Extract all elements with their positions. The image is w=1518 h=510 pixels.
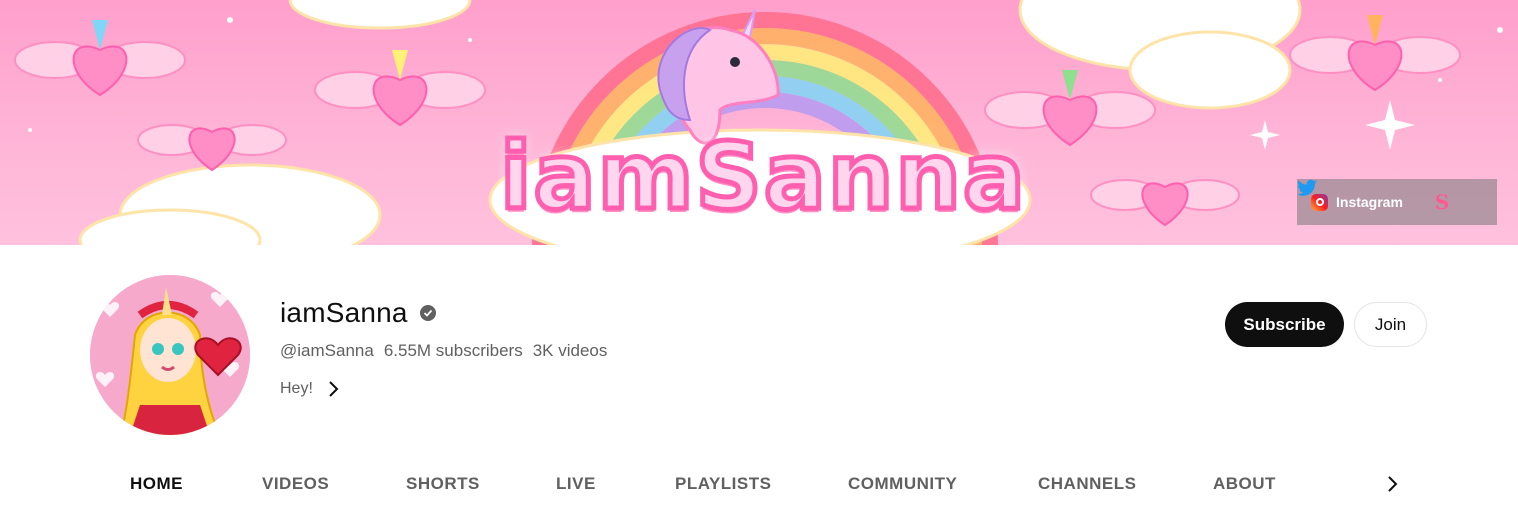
banner-links[interactable]: Instagram S [1297, 179, 1497, 225]
video-count: 3K videos [532, 341, 608, 360]
channel-meta: @iamSanna 6.55M subscribers 3K videos [280, 341, 607, 361]
avatar-illustration [90, 275, 250, 435]
channel-tabs: HOME VIDEOS SHORTS LIVE PLAYLISTS COMMUN… [0, 460, 1518, 510]
sanna-s-icon[interactable]: S [1435, 190, 1449, 214]
tab-about[interactable]: ABOUT [1213, 474, 1276, 494]
tab-shorts[interactable]: SHORTS [406, 474, 480, 494]
channel-name-text: iamSanna [280, 297, 408, 328]
instagram-link[interactable]: Instagram [1336, 194, 1403, 210]
tab-live[interactable]: LIVE [556, 474, 596, 494]
tab-videos[interactable]: VIDEOS [262, 474, 329, 494]
channel-banner: iamSanna Instagram S [0, 0, 1518, 245]
tab-community[interactable]: COMMUNITY [848, 474, 957, 494]
chevron-right-icon[interactable] [327, 380, 339, 398]
tab-channels[interactable]: CHANNELS [1038, 474, 1136, 494]
channel-name: iamSanna [280, 297, 436, 329]
channel-avatar[interactable] [90, 275, 250, 435]
tab-playlists[interactable]: PLAYLISTS [675, 474, 771, 494]
tabs-scroll-right-icon[interactable] [1380, 472, 1404, 496]
channel-handle: @iamSanna [280, 341, 374, 360]
banner-title-art: iamSanna [498, 121, 1028, 233]
subscriber-count: 6.55M subscribers [383, 341, 523, 360]
verified-check-icon [419, 305, 436, 321]
channel-description[interactable]: Hey! [280, 380, 313, 398]
subscribe-button[interactable]: Subscribe [1225, 302, 1344, 347]
join-button[interactable]: Join [1354, 302, 1427, 347]
tab-home[interactable]: HOME [130, 474, 183, 494]
twitter-icon[interactable] [1297, 179, 1317, 197]
channel-description-link[interactable]: Hey! [280, 380, 339, 398]
